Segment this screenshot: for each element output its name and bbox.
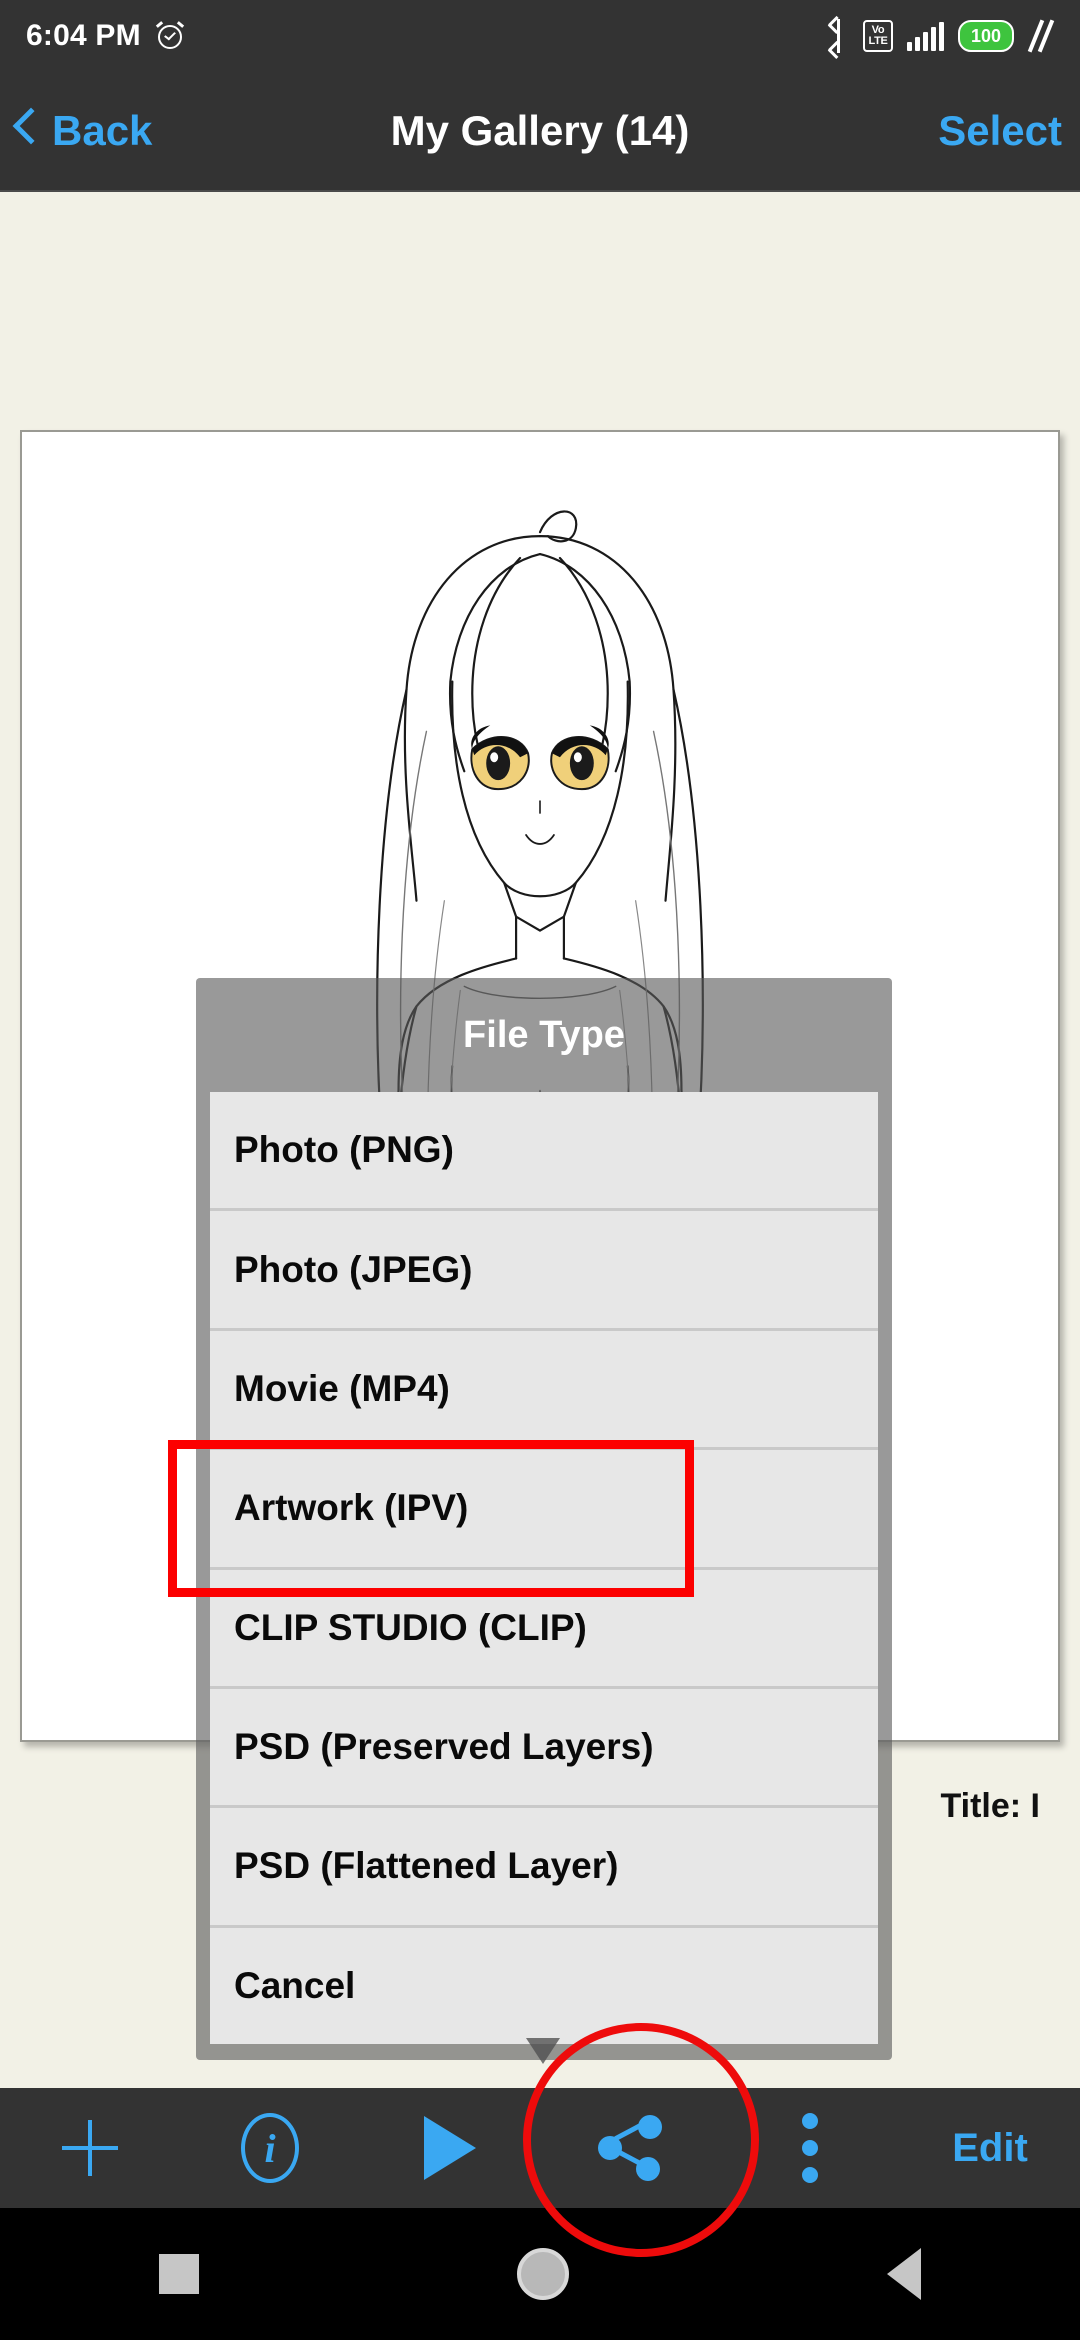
dialog-item-movie-mp4[interactable]: Movie (MP4)	[210, 1330, 878, 1448]
share-button[interactable]	[540, 2088, 720, 2208]
plus-icon	[62, 2120, 118, 2176]
back-button-label: Back	[52, 107, 153, 154]
status-bar-left: 6:04 PM	[26, 19, 185, 53]
dialog-title: File Type	[463, 1013, 625, 1056]
back-button[interactable]: Back	[12, 107, 153, 155]
dialog-item-psd-flattened[interactable]: PSD (Flattened Layer)	[210, 1808, 878, 1925]
square-recents-icon[interactable]	[159, 2254, 199, 2294]
select-button[interactable]: Select	[938, 107, 1062, 155]
file-type-dialog: File Type Photo (PNG) Photo (JPEG) Movie…	[196, 978, 892, 2064]
add-button[interactable]	[0, 2088, 180, 2208]
play-button[interactable]	[360, 2088, 540, 2208]
android-navigation-bar	[0, 2208, 1080, 2340]
battery-level-label: 100	[970, 25, 1002, 46]
battery-icon: 100	[958, 20, 1014, 52]
chevron-left-icon	[12, 107, 50, 153]
dialog-item-artwork-ipv[interactable]: Artwork (IPV)	[210, 1450, 878, 1567]
dialog-option-list: Photo (PNG) Photo (JPEG) Movie (MP4) Art…	[210, 1092, 878, 2044]
dialog-pointer-caret	[526, 2038, 560, 2064]
volte-bottom-label: LTE	[868, 35, 888, 47]
page-title: My Gallery (14)	[390, 107, 690, 154]
dialog-item-photo-jpeg[interactable]: Photo (JPEG)	[210, 1211, 878, 1328]
info-glyph: i	[264, 2125, 276, 2171]
charging-bolt-icon	[1027, 19, 1055, 53]
more-vertical-icon	[802, 2113, 818, 2183]
circle-home-icon[interactable]	[517, 2248, 569, 2300]
info-circle-icon: i	[241, 2113, 299, 2183]
play-icon	[424, 2116, 476, 2180]
dialog-item-clip-studio[interactable]: CLIP STUDIO (CLIP)	[210, 1569, 878, 1686]
app-nav-bar: Back My Gallery (14) Select	[0, 72, 1080, 192]
info-button[interactable]: i	[180, 2088, 360, 2208]
signal-bars-icon	[907, 21, 944, 51]
bottom-toolbar: i Edit	[0, 2088, 1080, 2208]
status-time: 6:04 PM	[26, 19, 141, 52]
edit-button-label: Edit	[952, 2125, 1028, 2170]
dialog-item-photo-png[interactable]: Photo (PNG)	[210, 1092, 878, 1209]
dialog-item-cancel[interactable]: Cancel	[210, 1927, 878, 2044]
bluetooth-icon	[827, 15, 849, 59]
dialog-item-psd-preserved[interactable]: PSD (Preserved Layers)	[210, 1688, 878, 1806]
edit-button[interactable]: Edit	[900, 2088, 1080, 2208]
triangle-back-icon[interactable]	[887, 2248, 921, 2300]
status-bar: 6:04 PM Vo LTE 100	[0, 0, 1080, 72]
artwork-title-text: Title: I	[940, 1787, 1041, 1825]
volte-icon: Vo LTE	[863, 20, 893, 52]
more-options-button[interactable]	[720, 2088, 900, 2208]
share-icon	[598, 2115, 662, 2181]
alarm-clock-icon	[155, 21, 185, 51]
status-bar-right: Vo LTE 100	[827, 15, 1055, 59]
